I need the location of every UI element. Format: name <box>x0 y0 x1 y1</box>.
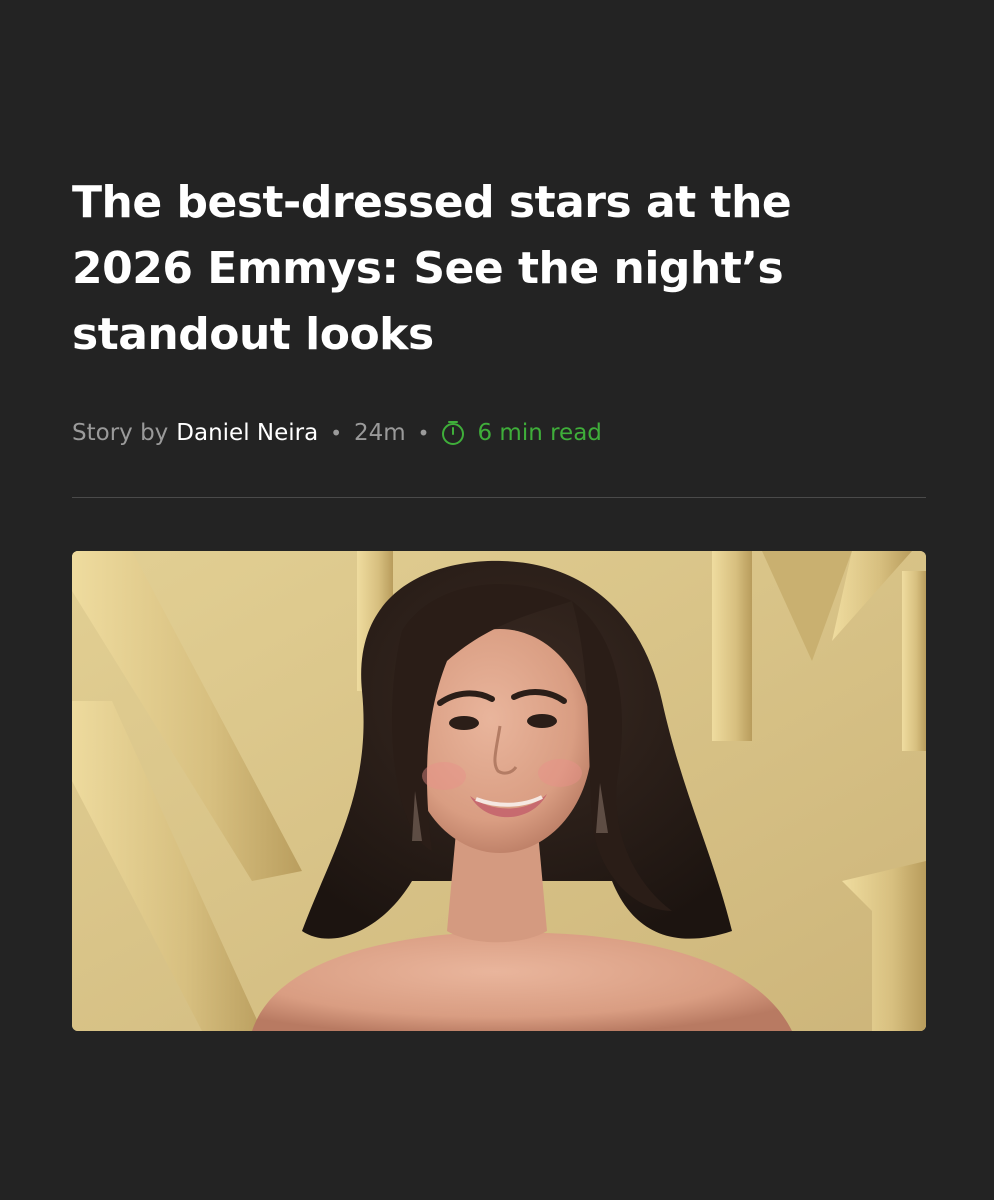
byline-prefix: Story by <box>72 420 169 446</box>
read-time-label: 6 min read <box>477 420 602 446</box>
author-link[interactable]: Daniel Neira <box>176 420 318 446</box>
hero-photo <box>72 551 926 1031</box>
hero-image[interactable] <box>72 551 926 1031</box>
meta-separator: • <box>330 421 342 445</box>
read-time: 6 min read <box>441 420 602 446</box>
article-headline: The best-dressed stars at the 2026 Emmys… <box>72 177 792 360</box>
divider <box>72 497 926 498</box>
publish-age: 24m <box>354 420 406 446</box>
stopwatch-icon <box>442 421 465 445</box>
article-meta: Story by Daniel Neira • 24m • 6 min read <box>72 416 602 450</box>
meta-separator: • <box>417 421 430 445</box>
